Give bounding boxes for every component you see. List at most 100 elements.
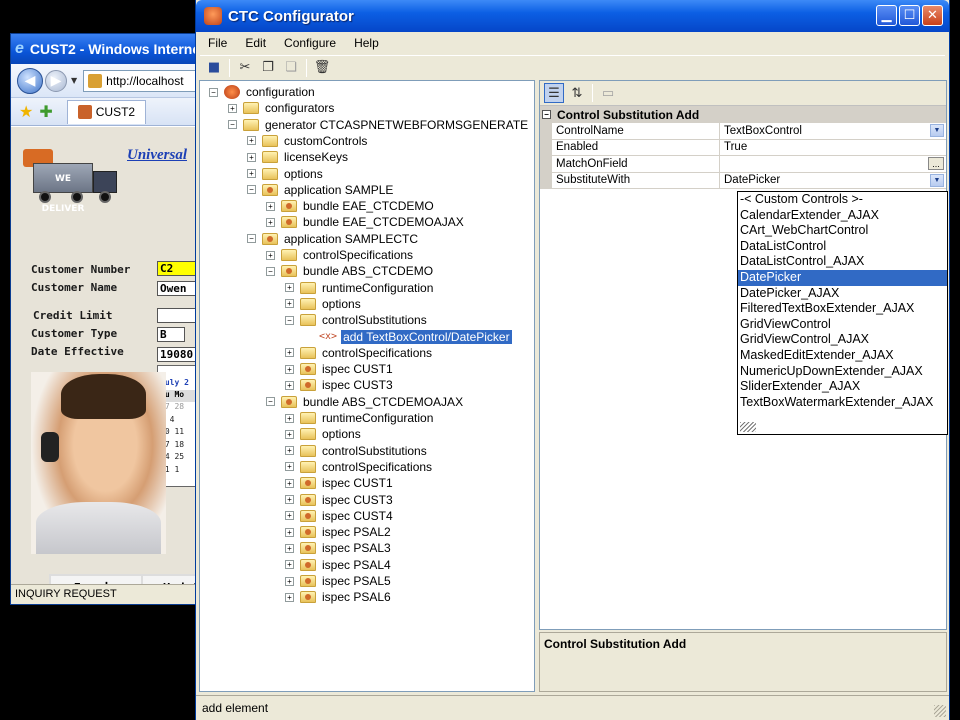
ellipsis-button[interactable]: ... xyxy=(928,157,944,170)
tree-node[interactable]: + options xyxy=(285,296,363,312)
expand-icon[interactable]: + xyxy=(266,250,275,260)
property-row-controlname[interactable]: ControlName TextBoxControl ▼ xyxy=(540,123,946,140)
tree-node[interactable]: + bundle EAE_CTCDEMO xyxy=(266,198,436,214)
expand-icon[interactable]: + xyxy=(285,511,294,521)
expand-icon[interactable]: + xyxy=(285,527,294,537)
tree-node[interactable]: − bundle ABS_CTCDEMOAJAX xyxy=(266,394,465,410)
property-value[interactable]: ... xyxy=(720,156,946,172)
resize-grip-icon[interactable] xyxy=(934,705,946,717)
property-row-enabled[interactable]: Enabled True xyxy=(540,139,946,156)
dropdown-option[interactable]: SliderExtender_AJAX xyxy=(738,379,947,395)
tree-node[interactable]: − application SAMPLECTC xyxy=(247,231,420,247)
minimize-icon[interactable]: ▁ xyxy=(876,5,897,26)
dropdown-option[interactable]: DatePicker xyxy=(738,269,947,286)
tree-node[interactable]: + runtimeConfiguration xyxy=(285,280,435,296)
dropdown-option[interactable]: MaskedEditExtender_AJAX xyxy=(738,348,947,364)
tree-node[interactable]: + controlSpecifications xyxy=(285,459,434,475)
expand-icon[interactable]: + xyxy=(285,283,294,293)
expand-icon[interactable]: + xyxy=(228,103,237,113)
menu-edit[interactable]: Edit xyxy=(245,36,266,50)
dropdown-option[interactable]: GridViewControl_AJAX xyxy=(738,332,947,348)
property-value[interactable]: TextBoxControl ▼ xyxy=(720,123,946,139)
alphabetical-sort-icon[interactable]: ⇅ xyxy=(567,83,587,103)
copy-icon[interactable]: ❐ xyxy=(258,58,278,78)
add-favorites-icon[interactable]: ✚ xyxy=(39,102,52,121)
expand-icon[interactable]: + xyxy=(285,429,294,439)
tree-node[interactable]: <x> add TextBoxControl/DatePicker xyxy=(304,329,512,345)
ctc-title-bar[interactable]: CTC Configurator ▁ ☐ ✕ xyxy=(196,0,949,32)
ie-title-bar[interactable]: e CUST2 - Windows Internet Explorer xyxy=(11,34,214,64)
ctc-app-icon[interactable] xyxy=(204,7,222,25)
chevron-down-icon[interactable]: ▼ xyxy=(71,76,77,85)
collapse-icon[interactable]: − xyxy=(247,234,256,244)
expand-icon[interactable]: + xyxy=(266,217,275,227)
cut-icon[interactable]: ✂ xyxy=(235,58,255,78)
save-icon[interactable]: ■ xyxy=(204,58,224,78)
delete-icon[interactable]: 🗑 xyxy=(312,58,332,78)
expand-icon[interactable]: + xyxy=(285,446,294,456)
dropdown-option[interactable]: FilteredTextBoxExtender_AJAX xyxy=(738,301,947,317)
chevron-down-icon[interactable]: ▼ xyxy=(930,173,944,187)
expand-icon[interactable]: + xyxy=(285,560,294,570)
property-pages-icon[interactable]: ▭ xyxy=(598,83,618,103)
property-row-matchonfield[interactable]: MatchOnField ... xyxy=(540,156,946,173)
tree-node[interactable]: + bundle EAE_CTCDEMOAJAX xyxy=(266,214,466,230)
tree-node[interactable]: + ispec CUST3 xyxy=(285,377,395,393)
property-row-substitutewith[interactable]: SubstituteWith DatePicker ▼ xyxy=(540,172,946,189)
tree-node[interactable]: + customControls xyxy=(247,133,369,149)
property-category[interactable]: − Control Substitution Add xyxy=(540,106,946,123)
tree-node[interactable]: − generator CTCASPNETWEBFORMSGENERATE xyxy=(228,117,530,133)
tree-node[interactable]: + options xyxy=(285,426,363,442)
menu-file[interactable]: File xyxy=(208,36,227,50)
tree-node[interactable]: + ispec CUST1 xyxy=(285,475,395,491)
expand-icon[interactable]: + xyxy=(285,413,294,423)
tree-node[interactable]: + ispec PSAL4 xyxy=(285,557,393,573)
dropdown-option[interactable]: DataListControl xyxy=(738,239,947,255)
collapse-icon[interactable]: − xyxy=(542,110,551,119)
tree-node[interactable]: + licenseKeys xyxy=(247,149,350,165)
expand-icon[interactable]: + xyxy=(247,152,256,162)
tree-node[interactable]: + ispec CUST4 xyxy=(285,508,395,524)
expand-icon[interactable]: + xyxy=(285,462,294,472)
expand-icon[interactable]: + xyxy=(285,380,294,390)
dropdown-option[interactable]: DatePicker_AJAX xyxy=(738,286,947,302)
property-value[interactable]: DatePicker ▼ xyxy=(720,173,946,189)
tree-node[interactable]: − controlSubstitutions xyxy=(285,312,429,328)
close-icon[interactable]: ✕ xyxy=(922,5,943,26)
tree-node[interactable]: + configurators xyxy=(228,100,336,116)
expand-icon[interactable]: + xyxy=(285,592,294,602)
expand-icon[interactable]: + xyxy=(266,201,275,211)
collapse-icon[interactable]: − xyxy=(209,87,218,97)
resize-grip-icon[interactable] xyxy=(740,422,756,432)
tree-node[interactable]: + controlSubstitutions xyxy=(285,443,429,459)
tree-node[interactable]: + controlSpecifications xyxy=(285,345,434,361)
expand-icon[interactable]: + xyxy=(285,495,294,504)
customer-type-input[interactable]: B xyxy=(157,327,185,342)
favorites-star-icon[interactable]: ★ xyxy=(19,102,33,121)
expand-icon[interactable]: + xyxy=(285,299,294,309)
collapse-icon[interactable]: − xyxy=(228,120,237,130)
chevron-down-icon[interactable]: ▼ xyxy=(930,124,944,137)
expand-icon[interactable]: + xyxy=(285,348,294,358)
page-heading-link[interactable]: Universal xyxy=(127,147,187,164)
tree-node[interactable]: − configuration xyxy=(209,84,317,100)
back-icon[interactable]: ◀ xyxy=(17,67,43,94)
menu-configure[interactable]: Configure xyxy=(284,36,336,50)
expand-icon[interactable]: + xyxy=(247,136,256,146)
tree-node[interactable]: − bundle ABS_CTCDEMO xyxy=(266,263,435,279)
collapse-icon[interactable]: − xyxy=(247,185,256,195)
collapse-icon[interactable]: − xyxy=(285,315,294,325)
ie-tab-cust2[interactable]: CUST2 xyxy=(66,99,147,124)
dropdown-option[interactable]: CalendarExtender_AJAX xyxy=(738,208,947,224)
tree-node[interactable]: + controlSpecifications xyxy=(266,247,415,263)
paste-icon[interactable]: ❏ xyxy=(281,58,301,78)
collapse-icon[interactable]: − xyxy=(266,397,275,407)
tree-node[interactable]: + ispec CUST1 xyxy=(285,361,395,377)
expand-icon[interactable]: + xyxy=(247,169,256,178)
expand-icon[interactable]: + xyxy=(285,364,294,374)
tree-node[interactable]: + options xyxy=(247,166,325,182)
dropdown-option[interactable]: GridViewControl xyxy=(738,317,947,333)
dropdown-option[interactable]: DataListControl_AJAX xyxy=(738,254,947,270)
tree-node[interactable]: + ispec PSAL3 xyxy=(285,540,393,556)
property-value[interactable]: True xyxy=(720,140,946,156)
